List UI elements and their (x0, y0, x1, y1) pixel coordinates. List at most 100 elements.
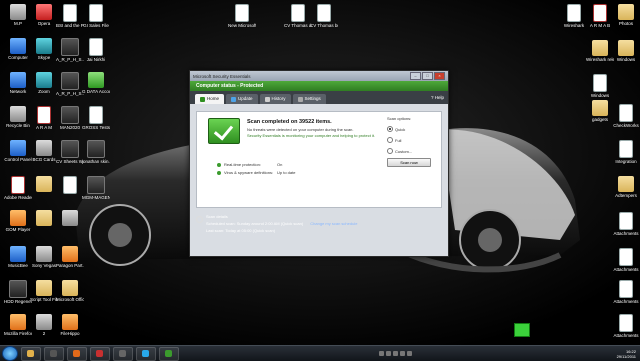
tab-settings[interactable]: Settings (292, 94, 326, 104)
desktop-icon[interactable]: Script Tool Filebot (30, 280, 58, 302)
desktop-icon[interactable]: MAN2020 (56, 106, 84, 130)
desktop-icon[interactable]: Wireshark (560, 4, 588, 28)
desktop-icon[interactable]: A_R_P_H_S... Andreas (56, 38, 84, 62)
dark-icon (61, 106, 79, 124)
desktop-icon[interactable]: Adtempers (612, 176, 640, 198)
security-icon (165, 349, 172, 357)
taskbar-firefox[interactable] (67, 346, 87, 361)
desktop-icon[interactable]: Control Panel (4, 140, 32, 162)
desktop-icon[interactable]: Recycle Bin (4, 106, 32, 128)
desktop-icon[interactable]: Attachments (612, 248, 640, 272)
change-schedule-link[interactable]: Change my scan schedule (310, 221, 357, 226)
desktop-icon[interactable]: CV Thomas docx (284, 4, 312, 28)
desktop-icon[interactable]: Zoom (30, 72, 58, 94)
scan-now-button[interactable]: Scan now (387, 158, 431, 167)
desktop-icon[interactable]: Photos (612, 4, 640, 26)
skype-icon (142, 349, 149, 357)
tray-icon[interactable] (379, 351, 385, 356)
tab-bar: Home Update History Settings ? Help (190, 91, 448, 104)
tray-icon[interactable] (393, 351, 399, 356)
doc-icon (89, 38, 103, 56)
desktop-icon[interactable]: Paragon Part... (56, 246, 84, 268)
desktop-icon[interactable]: A R M A B (586, 4, 614, 28)
desktop-icon[interactable]: A R A M (30, 106, 58, 130)
desktop-icon[interactable]: Windows (612, 40, 640, 62)
tray-icon[interactable] (407, 351, 413, 356)
desktop-icon[interactable]: M.P (4, 4, 32, 26)
desktop-icon[interactable]: Integration (612, 140, 640, 164)
desktop-icon[interactable]: Attachments (612, 314, 640, 338)
tray-icon[interactable] (386, 351, 392, 356)
desktop-icon[interactable]: BCG Cards (30, 140, 58, 162)
desktop-icon-label: CV Sheets Worksheet (56, 159, 84, 164)
desktop-icon[interactable]: G DATA Accounting (82, 72, 110, 94)
window-titlebar[interactable]: Microsoft Security Essentials – □ × (190, 71, 448, 81)
desktop-icon[interactable]: Microsoft Office 2010 (56, 280, 84, 302)
desktop-icon[interactable]: CV Thomas bmp (310, 4, 338, 28)
scan-option-custom[interactable]: Custom... (387, 148, 437, 154)
desktop-icon-label: G DATA Accounting (82, 89, 110, 94)
taskbar-explorer[interactable] (21, 346, 41, 361)
desktop-icon[interactable]: Windows (586, 74, 614, 98)
desktop-icon[interactable]: Computer (4, 38, 32, 60)
scan-option-quick[interactable]: Quick (387, 126, 437, 132)
desktop-icon[interactable]: Attachments (612, 212, 640, 236)
desktop-icon[interactable]: A_R_P_H_S... (56, 72, 84, 96)
dark-icon (9, 280, 27, 298)
taskbar-app[interactable] (90, 346, 110, 361)
start-button[interactable] (2, 346, 18, 361)
desktop-icon[interactable] (56, 210, 84, 227)
desktop-icon[interactable]: GROSS Tests (82, 106, 110, 130)
desktop-icon[interactable]: BSI and the Prog (56, 4, 84, 28)
settings-gear-icon (297, 96, 303, 102)
tray-icon[interactable] (400, 351, 406, 356)
desktop-icon-label: Microsoft Office 2010 (56, 297, 84, 302)
scan-heading: Scan completed on 39522 items. (247, 119, 332, 125)
desktop-icon[interactable]: New Microsoft (228, 4, 256, 28)
tab-update[interactable]: Update (226, 94, 258, 104)
scan-options: Scan options: Quick Full Custom... (387, 116, 437, 154)
taskbar-media[interactable] (44, 346, 64, 361)
desktop-icon[interactable]: FileHippo (56, 314, 84, 336)
desktop-icon[interactable]: gadgets (586, 100, 614, 122)
scan-option-full[interactable]: Full (387, 137, 437, 143)
taskbar-security[interactable] (159, 346, 179, 361)
desktop-icon-label: Mozilla Firefox (4, 331, 32, 336)
desktop-icon[interactable]: 2 (30, 314, 58, 336)
desktop-icon[interactable]: Wireshark release 2.0 (586, 40, 614, 62)
desktop-icon[interactable]: CheckWorks (612, 104, 640, 128)
desktop-icon[interactable]: Adobe Reader X (4, 176, 32, 200)
system-tray (379, 351, 413, 356)
maximize-button[interactable]: □ (422, 72, 433, 80)
desktop-icon[interactable] (30, 176, 58, 193)
desktop-icon-label: A_R_P_H_S... (56, 91, 84, 96)
desktop-icon[interactable]: Skype (30, 38, 58, 60)
clock[interactable]: 16:22 29/11/2011 (617, 349, 636, 359)
desktop-icon[interactable]: Opera (30, 4, 58, 26)
minimize-button[interactable]: – (410, 72, 421, 80)
desktop-icon[interactable] (56, 176, 84, 195)
desktop-app-icon[interactable] (514, 323, 530, 337)
desktop-icon[interactable]: MusicBee (4, 246, 32, 268)
taskbar-gom[interactable] (113, 346, 133, 361)
desktop-icon[interactable]: GOM Player (4, 210, 32, 232)
desktop-icon[interactable] (30, 210, 58, 227)
tab-home[interactable]: Home (195, 94, 225, 104)
desktop-icon[interactable]: GI Sales File (82, 4, 110, 28)
desktop-icon[interactable]: MGM-MAGEN (82, 176, 110, 200)
help-link[interactable]: ? Help (431, 95, 444, 100)
desktop-icon-label: GOM Player (5, 227, 31, 232)
desktop-icon[interactable]: Network (4, 72, 32, 94)
close-button[interactable]: × (434, 72, 445, 80)
desktop-icon-label: Attachments (613, 231, 639, 236)
desktop-icon-label: Script Tool Filebot (30, 297, 58, 302)
taskbar-skype[interactable] (136, 346, 156, 361)
tab-history[interactable]: History (259, 94, 291, 104)
desktop-icon[interactable]: CV Sheets Worksheet (56, 140, 84, 164)
desktop-icon[interactable]: HDD Regenerator (4, 280, 32, 304)
desktop-icon[interactable]: Attachments (612, 280, 640, 304)
desktop-icon[interactable]: Sony Vegas (30, 246, 58, 268)
desktop-icon[interactable]: Jai Nirkhi (82, 38, 110, 62)
desktop-icon[interactable]: Mozilla Firefox (4, 314, 32, 336)
desktop-icon[interactable]: jonathan skin... (82, 140, 110, 164)
